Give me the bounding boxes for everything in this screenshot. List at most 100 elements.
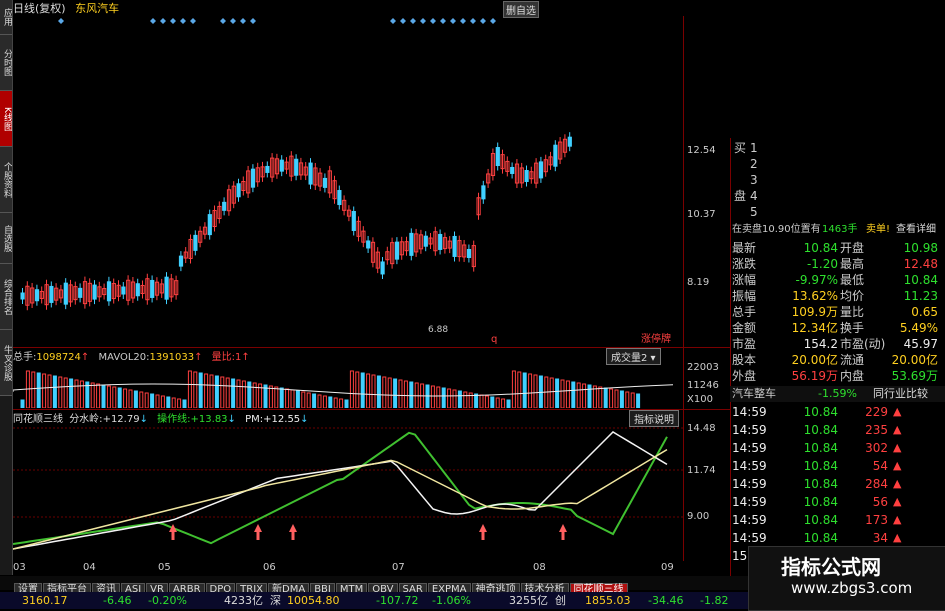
volume-bar	[193, 371, 198, 408]
order-level: 3	[750, 173, 758, 187]
volume-bar	[74, 379, 79, 408]
volume-bar	[582, 383, 587, 408]
volume-bar	[150, 393, 155, 408]
tick-time: 14:59	[732, 423, 767, 437]
volume-bar	[425, 384, 430, 408]
volume-bar	[182, 399, 187, 408]
price-axis-tick: 8.19	[687, 277, 710, 288]
tick-volume: 54	[872, 459, 888, 473]
volume-bar	[328, 396, 333, 408]
signal-diamond-icon	[460, 18, 466, 24]
sidebar-tab-diagnosis[interactable]: 牛叉诊股	[0, 330, 12, 396]
chart-header: 日线(复权) 东风汽车	[13, 0, 533, 16]
candle-body	[265, 165, 270, 173]
date-axis: 03 04 05 06 07 08 09	[13, 562, 683, 574]
volume-bar	[571, 381, 576, 408]
up-arrow-icon: ▲	[893, 405, 902, 418]
date-axis-tick: 08	[533, 562, 546, 573]
candle-body	[207, 214, 212, 236]
cy-index[interactable]: 1855.03	[585, 592, 631, 609]
sidebar-tab-timeshare[interactable]: 分时图	[0, 35, 12, 91]
signal-diamond-icon	[170, 18, 176, 24]
order-book-row[interactable]: 盘4	[730, 188, 945, 204]
sidebar-tab-apps[interactable]: 应用	[0, 0, 12, 35]
sector-name[interactable]: 汽车整车	[732, 386, 776, 402]
signal-diamond-icon	[430, 18, 436, 24]
up-arrow-icon: ▲	[893, 513, 902, 526]
tick-volume: 235	[865, 423, 888, 437]
volume-bar	[409, 381, 414, 408]
industry-compare-button[interactable]: 同行业比较	[873, 386, 928, 402]
up-arrow-icon: ▲	[893, 423, 902, 436]
volume-bar	[58, 376, 63, 408]
period-label[interactable]: 日线(复权)	[13, 2, 66, 15]
volume-bar	[333, 397, 338, 408]
quote-label: 涨幅	[732, 273, 757, 287]
volume-bar	[517, 371, 522, 408]
volume-bar	[490, 396, 495, 408]
candle-body	[553, 144, 558, 167]
volume-bar	[112, 386, 117, 408]
view-detail-button[interactable]: 查看详细	[896, 222, 936, 238]
sidebar-tab-kline[interactable]: K线图	[0, 91, 12, 147]
volume-bar	[452, 389, 457, 408]
volume-bar	[301, 391, 306, 408]
quote-label: 总手	[732, 305, 757, 319]
tick-time: 14:59	[732, 459, 767, 473]
indicator-chart[interactable]	[13, 424, 683, 556]
quote-label: 市盈(动)	[840, 337, 886, 351]
volume-bar	[360, 372, 365, 408]
order-book-row[interactable]: 5	[730, 204, 945, 220]
tick-row: 14:59 10.84 56 ▲	[730, 494, 945, 510]
candlestick-chart[interactable]: 6.88 q 涨停牌	[13, 16, 683, 346]
order-book-row[interactable]: 2	[730, 156, 945, 172]
quote-value: 154.2	[803, 337, 838, 351]
volume-bar	[231, 378, 236, 408]
signal-diamond-icon	[420, 18, 426, 24]
quote-label: 开盘	[840, 241, 865, 255]
quote-value: -1.20	[806, 257, 838, 271]
volume-axis-unit: X100	[687, 394, 713, 405]
volume-bar	[63, 377, 68, 408]
price-axis-tick: 10.37	[687, 209, 716, 220]
sidebar-tab-ranking[interactable]: 综合排名	[0, 264, 12, 330]
quote-label: 最低	[840, 273, 865, 287]
candle-body	[495, 147, 500, 167]
signal-diamond-icon	[230, 18, 236, 24]
volume-bar	[355, 371, 360, 408]
indicator-axis-tick: 9.00	[687, 511, 710, 522]
stock-name: 东风汽车	[75, 2, 120, 15]
volume-bar	[474, 393, 479, 408]
sz-index[interactable]: 10054.80	[287, 592, 340, 609]
volume-bar	[295, 390, 300, 408]
candle-body	[524, 169, 529, 182]
volume-bar	[625, 391, 630, 408]
candle-body	[567, 136, 572, 147]
volume-bar	[90, 382, 95, 408]
volume-bar	[101, 384, 106, 408]
tick-volume: 173	[865, 513, 888, 527]
sh-index[interactable]: 3160.17	[22, 592, 68, 609]
order-book-row[interactable]: 3	[730, 172, 945, 188]
volume-chart[interactable]	[13, 362, 683, 408]
volume-bar	[393, 378, 398, 408]
candle-body	[366, 240, 371, 249]
volume-axis-tick: 11246	[687, 380, 719, 391]
quote-value: 109.9万	[791, 305, 838, 319]
sidebar-tab-stock-info[interactable]: 个股资料	[0, 147, 12, 213]
candle-body	[351, 211, 356, 231]
quote-value: 10.84	[803, 241, 838, 255]
date-axis-tick: 04	[83, 562, 96, 573]
order-level: 2	[750, 157, 758, 171]
order-book-row[interactable]: 买1	[730, 140, 945, 156]
candle-body	[394, 241, 400, 260]
sidebar-tab-watchlist[interactable]: 自选股	[0, 213, 12, 264]
sell-order-button[interactable]: 卖单!	[866, 222, 890, 238]
tick-price: 10.84	[803, 513, 838, 527]
price-axis-tick: 12.54	[687, 145, 716, 156]
volume-bar	[117, 387, 122, 408]
volume-bar	[160, 395, 165, 408]
candle-body	[164, 276, 169, 300]
volume-bar	[69, 378, 74, 408]
candle-body	[466, 248, 472, 258]
